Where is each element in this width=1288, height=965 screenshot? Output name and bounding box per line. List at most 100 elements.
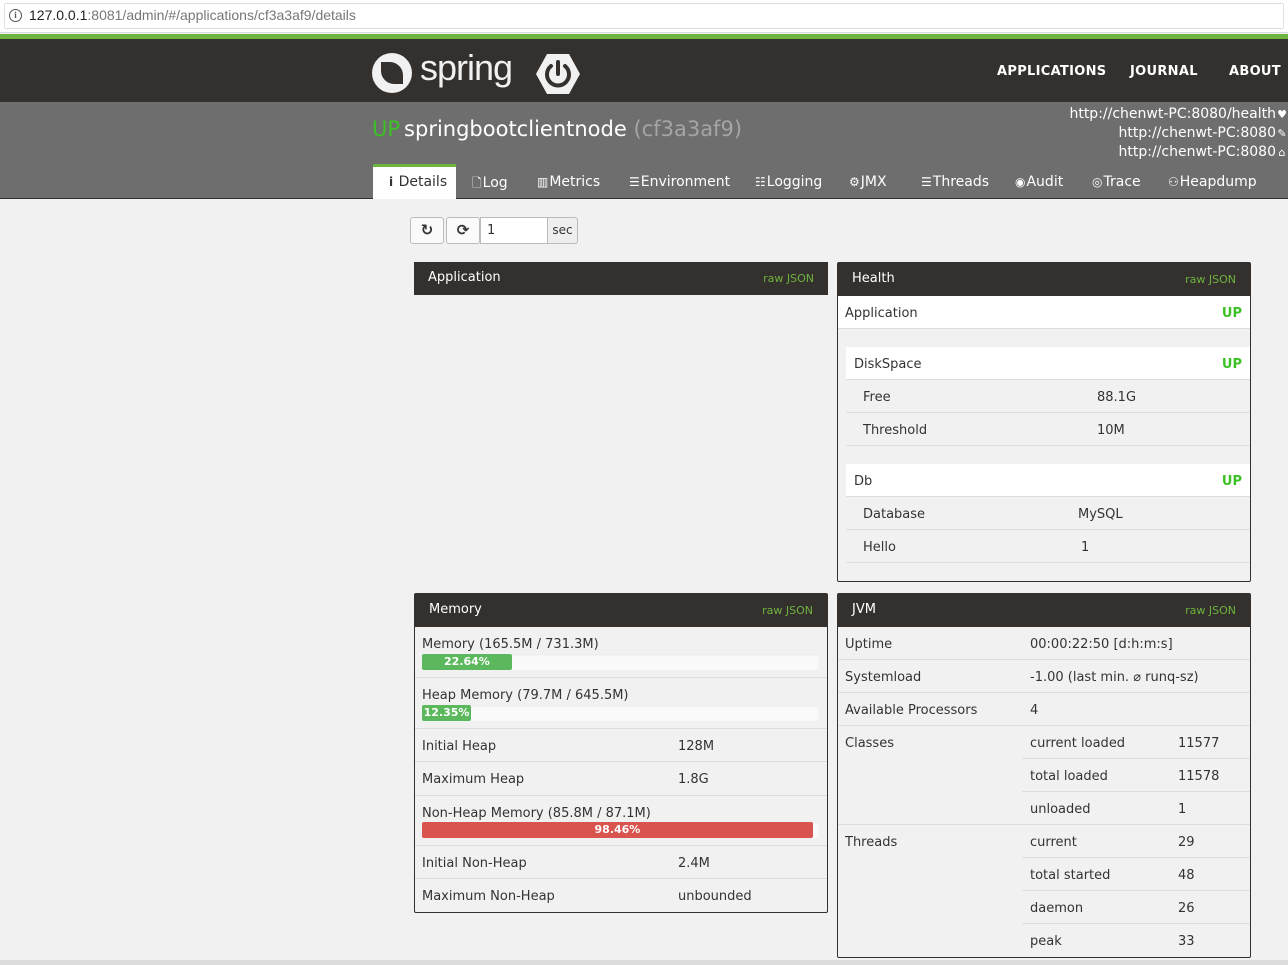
table-row: current 29 [1022,825,1250,858]
row-label: Classes [845,736,894,751]
url-path: :8081/admin/#/applications/cf3a3af9/deta… [87,7,356,23]
row-value: 1.8G [678,772,709,787]
tab-label: Metrics [549,174,601,190]
raw-json-link[interactable]: raw JSON [763,272,814,285]
memory-row: Memory (165.5M / 731.3M) 22.64% [415,627,827,678]
spring-logo-text: spring [420,47,513,88]
nonheap-memory-row: Non-Heap Memory (85.8M / 87.1M) 98.46% [415,796,827,846]
tab-label: Logging [766,174,823,190]
tab-details[interactable]: i Details [373,164,456,199]
table-row: unloaded 1 [1022,792,1250,825]
row-label: total started [1030,868,1111,883]
raw-json-link[interactable]: raw JSON [1185,604,1236,617]
row-value: unbounded [678,889,752,904]
service-url[interactable]: http://chenwt-PC:8080 ⌂ [1069,143,1288,162]
management-url[interactable]: http://chenwt-PC:8080✎ [1069,124,1288,143]
bar-chart-icon: ▥ [537,175,549,189]
row-value: 128M [678,739,715,754]
cogs-icon: ⚙ [849,175,860,189]
table-row: Hello 1 [846,530,1250,563]
heap-label: Heap Memory (79.7M / 645.5M) [422,688,629,703]
health-url[interactable]: http://chenwt-PC:8080/health♥ [1069,105,1288,124]
row-label: Database [863,507,926,522]
app-urls: http://chenwt-PC:8080/health♥ http://che… [1069,105,1288,162]
tab-audit[interactable]: ◉Audit [1015,164,1063,199]
tab-environment[interactable]: ☰Environment [629,164,730,199]
row-label: Maximum Heap [422,772,525,787]
nav-journal[interactable]: JOURNAL [1130,64,1198,79]
home-icon: ⌂ [1278,146,1286,159]
sync-icon: ⟳ [456,221,470,239]
table-row: Database MySQL [846,497,1250,530]
power-icon [536,54,580,94]
nav-applications[interactable]: APPLICATIONS [997,64,1106,79]
memory-progress-fill: 22.64% [422,654,512,670]
tab-heapdump[interactable]: ⚇Heapdump [1168,164,1257,199]
spring-leaf-icon [372,53,412,93]
health-application-row: Application UP [838,296,1250,329]
tab-label: JMX [860,174,887,190]
row-value: 10M [1097,423,1125,438]
url-text[interactable]: 127.0.0.1:8081/admin/#/applications/cf3a… [29,7,356,23]
row-label: Available Processors [845,703,978,718]
table-row: Initial Heap 128M [415,729,827,762]
tab-logging[interactable]: ☷Logging [755,164,822,199]
row-value: 26 [1178,901,1195,916]
table-row: Initial Non-Heap 2.4M [415,846,827,879]
tab-metrics[interactable]: ▥Metrics [537,164,600,199]
row-label: peak [1030,934,1062,949]
panel-title: Memory [429,602,482,617]
application-title: UP springbootclientnode (cf3a3af9) [372,117,742,141]
row-label: Maximum Non-Heap [422,889,555,904]
refresh-icon: ↻ [420,221,434,239]
row-value: 48 [1178,868,1195,883]
row-label: Initial Heap [422,739,497,754]
wrench-icon: ✎ [1277,127,1287,140]
raw-json-link[interactable]: raw JSON [762,604,813,617]
tab-label: Heapdump [1179,174,1257,190]
app-status: UP [372,117,401,141]
table-row: Threshold 10M [846,413,1250,446]
row-label: Threshold [863,423,928,438]
nav-about[interactable]: ABOUT [1229,64,1281,79]
diskspace-row: DiskSpace UP [846,347,1250,380]
row-value: MySQL [1078,507,1123,522]
tab-label: Trace [1103,174,1141,190]
file-icon: 🗋 [472,176,482,190]
row-label: Systemload [845,670,922,685]
table-row: Maximum Heap 1.8G [415,762,827,796]
tab-threads[interactable]: ☰Threads [921,164,989,199]
tab-trace[interactable]: ◎Trace [1092,164,1141,199]
row-label: unloaded [1030,802,1091,817]
tab-jmx[interactable]: ⚙JMX [849,164,887,199]
row-label: current [1030,835,1077,850]
table-row: Uptime 00:00:22:50 [d:h:m:s] [838,627,1250,660]
auto-refresh-toggle[interactable]: ⟳ [446,217,480,244]
refresh-button[interactable]: ↻ [410,217,444,244]
info-icon: i [389,175,394,189]
raw-json-link[interactable]: raw JSON [1185,273,1236,286]
row-label: Uptime [845,637,893,652]
top-header: spring APPLICATIONS JOURNAL ABOUT [0,34,1288,102]
row-value: 1 [1178,802,1187,817]
management-url-text: http://chenwt-PC:8080 [1118,125,1277,141]
align-justify-icon: ☰ [921,175,932,189]
tab-label: Details [398,174,448,190]
health-url-text: http://chenwt-PC:8080/health [1069,106,1276,122]
url-host: 127.0.0.1 [29,7,88,23]
memory-progress: 22.64% [422,654,819,670]
status-badge: UP [1221,474,1242,489]
row-value: 4 [1030,703,1039,718]
jvm-panel: JVM raw JSON Uptime 00:00:22:50 [d:h:m:s… [837,593,1251,958]
row-label: Threads [845,835,898,850]
health-label: DiskSpace [854,357,922,372]
browser-url-bar: i 127.0.0.1:8081/admin/#/applications/cf… [0,0,1288,33]
eye-icon: ◎ [1092,175,1103,189]
info-icon[interactable]: i [9,9,22,22]
row-value: 88.1G [1097,390,1137,405]
tab-label: Log [482,175,508,191]
refresh-interval-input[interactable]: 1 [480,217,548,244]
table-row: total started 48 [1022,858,1250,891]
tab-log[interactable]: 🗋Log [472,164,508,199]
row-label: current loaded [1030,736,1126,751]
